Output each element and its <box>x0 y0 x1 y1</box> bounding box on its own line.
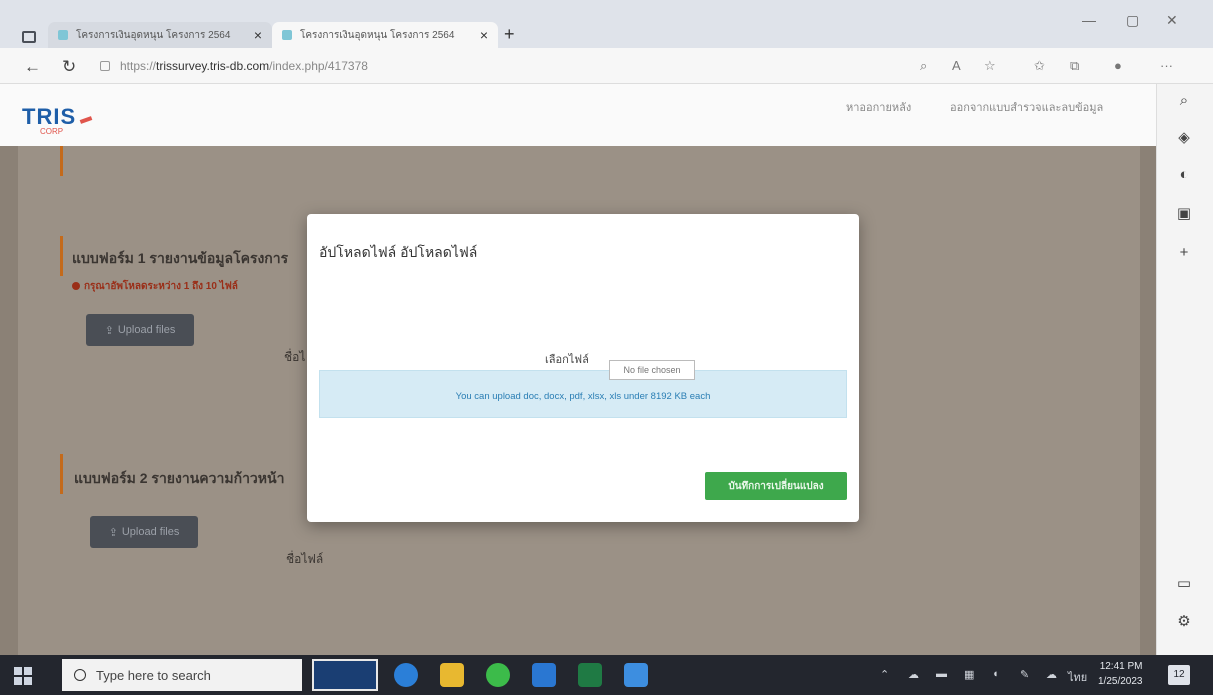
upload-icon: ⇪ <box>104 324 114 337</box>
form1-filename-label: ชื่อไ <box>284 350 306 364</box>
tab-favicon-icon <box>282 30 292 40</box>
outlook-icon[interactable]: ▣ <box>1174 204 1194 222</box>
task-view-thumbnail[interactable] <box>312 659 378 691</box>
zoom-icon[interactable]: ⌕ <box>920 58 927 74</box>
store-icon[interactable] <box>624 663 648 687</box>
excel-icon[interactable] <box>578 663 602 687</box>
form1-title: แบบฟอร์ม 1 รายงานข้อมูลโครงการ <box>72 250 289 266</box>
shopping-icon[interactable]: ◈ <box>1174 128 1194 146</box>
close-tab-icon[interactable]: × <box>254 27 262 43</box>
nav-exit-link[interactable]: ออกจากแบบสำรวจและลบข้อมูล <box>950 98 1103 116</box>
tab-title: โครงการเงินอุดหนุน โครงการ 2564 <box>300 29 455 41</box>
volume-icon[interactable]: ◖ <box>992 668 999 680</box>
taskbar-clock[interactable]: 12:41 PM 1/25/2023 <box>1098 659 1143 689</box>
upload-info-text: You can upload doc, docx, pdf, xlsx, xls… <box>455 391 711 402</box>
logo-text: TRIS <box>22 104 77 129</box>
windows-start-icon[interactable] <box>14 667 32 685</box>
form1-warning: กรุณาอัพโหลดระหว่าง 1 ถึง 10 ไฟล์ <box>72 279 238 294</box>
upload-modal: อัปโหลดไฟล์ อัปโหลดไฟล์ You can upload d… <box>307 214 859 522</box>
upload-info-alert: You can upload doc, docx, pdf, xlsx, xls… <box>319 370 847 418</box>
network-icon[interactable]: ▦ <box>964 668 974 681</box>
more-menu-icon[interactable]: ··· <box>1160 58 1173 73</box>
modal-title: อัปโหลดไฟล์ อัปโหลดไฟล์ <box>319 244 478 260</box>
back-icon[interactable]: ← <box>24 57 41 77</box>
refresh-icon[interactable]: ↻ <box>62 57 76 77</box>
notification-center-icon[interactable]: 12 <box>1168 665 1190 685</box>
show-hidden-icons-icon[interactable]: ⌃ <box>880 668 889 681</box>
line-icon[interactable] <box>486 663 510 687</box>
hide-sidebar-icon[interactable]: ▭ <box>1174 574 1194 592</box>
upload-icon: ⇪ <box>108 526 118 539</box>
onedrive-icon[interactable]: ☁ <box>908 668 919 681</box>
tris-logo[interactable]: TRIS CORP <box>22 104 93 136</box>
browser-sidebar: ⌕ ◈ ◐ ▣ + ▭ ⚙ <box>1156 84 1213 655</box>
collections-icon[interactable]: ⧉ <box>1070 58 1079 74</box>
form2-title: แบบฟอร์ม 2 รายงานความก้าวหน้า <box>74 470 285 486</box>
search-icon <box>74 669 86 681</box>
section-accent-bar <box>60 454 63 494</box>
language-indicator[interactable]: ไทย <box>1068 668 1087 686</box>
taskbar-search[interactable]: Type here to search <box>62 659 302 691</box>
file-explorer-icon[interactable] <box>440 663 464 687</box>
upload-label: Upload files <box>121 526 180 538</box>
close-window-icon[interactable]: ✕ <box>1166 12 1178 29</box>
address-bar: ← ↻ https:// trissurvey.tris-db.com /ind… <box>0 48 1213 84</box>
pen-icon[interactable]: ✎ <box>1020 668 1029 681</box>
favorite-star-icon[interactable]: ☆ <box>984 58 996 74</box>
browser-tab-bar: โครงการเงินอุดหนุน โครงการ 2564 × โครงกา… <box>0 0 1213 48</box>
upload-label: Upload files <box>117 324 176 336</box>
warning-icon <box>72 282 80 290</box>
mail-icon[interactable] <box>532 663 556 687</box>
close-tab-icon[interactable]: × <box>480 27 488 43</box>
cloud-sync-icon[interactable]: ☁ <box>1046 668 1057 681</box>
battery-icon[interactable]: ▬ <box>936 668 947 680</box>
clock-date: 1/25/2023 <box>1098 676 1143 687</box>
form2-filename-label: ชื่อไฟล์ <box>286 552 324 566</box>
taskbar-search-placeholder: Type here to search <box>96 667 211 683</box>
file-select-label: เลือกไฟล์ <box>545 354 589 366</box>
new-tab-icon[interactable]: + <box>504 24 515 45</box>
save-changes-button[interactable]: บันทึกการเปลี่ยนแปลง <box>705 472 847 500</box>
browser-tab-1[interactable]: โครงการเงินอุดหนุน โครงการ 2564 × <box>48 22 272 48</box>
taskbar: Type here to search ⌃ ☁ ▬ ▦ ◖ ✎ ☁ ไทย 12… <box>0 655 1213 695</box>
favorites-icon[interactable]: ✩ <box>1034 58 1045 74</box>
nav-back-link[interactable]: หาออกายหลัง <box>846 98 911 116</box>
profile-icon[interactable]: ● <box>1114 58 1122 73</box>
search-icon[interactable]: ⌕ <box>1174 92 1194 109</box>
site-header: TRIS CORP หาออกายหลัง ออกจากแบบสำรวจและล… <box>0 84 1156 146</box>
url-path: /index.php/417378 <box>269 59 368 73</box>
maximize-icon[interactable]: ▢ <box>1126 12 1139 29</box>
form1-warning-text: กรุณาอัพโหลดระหว่าง 1 ถึง 10 ไฟล์ <box>84 281 238 292</box>
clock-time: 12:41 PM <box>1099 661 1143 672</box>
settings-gear-icon[interactable]: ⚙ <box>1174 612 1194 630</box>
section-accent-bar <box>60 146 63 176</box>
add-sidebar-icon[interactable]: + <box>1174 244 1194 261</box>
url-scheme: https:// <box>120 59 157 73</box>
read-aloud-icon[interactable]: A <box>952 58 961 73</box>
tab-title: โครงการเงินอุดหนุน โครงการ 2564 <box>76 29 231 41</box>
file-input[interactable]: No file chosen <box>609 360 695 380</box>
browser-tab-2[interactable]: โครงการเงินอุดหนุน โครงการ 2564 × <box>272 22 498 48</box>
form1-upload-button[interactable]: ⇪ Upload files <box>86 314 194 346</box>
form2-upload-button[interactable]: ⇪ Upload files <box>90 516 198 548</box>
minimize-icon[interactable]: — <box>1082 12 1096 28</box>
url-field[interactable]: https:// trissurvey.tris-db.com /index.p… <box>100 54 930 78</box>
office-icon[interactable]: ◐ <box>1174 166 1194 183</box>
logo-swoosh-icon <box>79 116 93 124</box>
lock-icon <box>100 61 110 71</box>
section-accent-bar <box>60 236 63 276</box>
url-host: trissurvey.tris-db.com <box>156 59 270 73</box>
tab-favicon-icon <box>58 30 68 40</box>
tab-actions-icon[interactable] <box>22 31 36 43</box>
edge-icon[interactable] <box>394 663 418 687</box>
